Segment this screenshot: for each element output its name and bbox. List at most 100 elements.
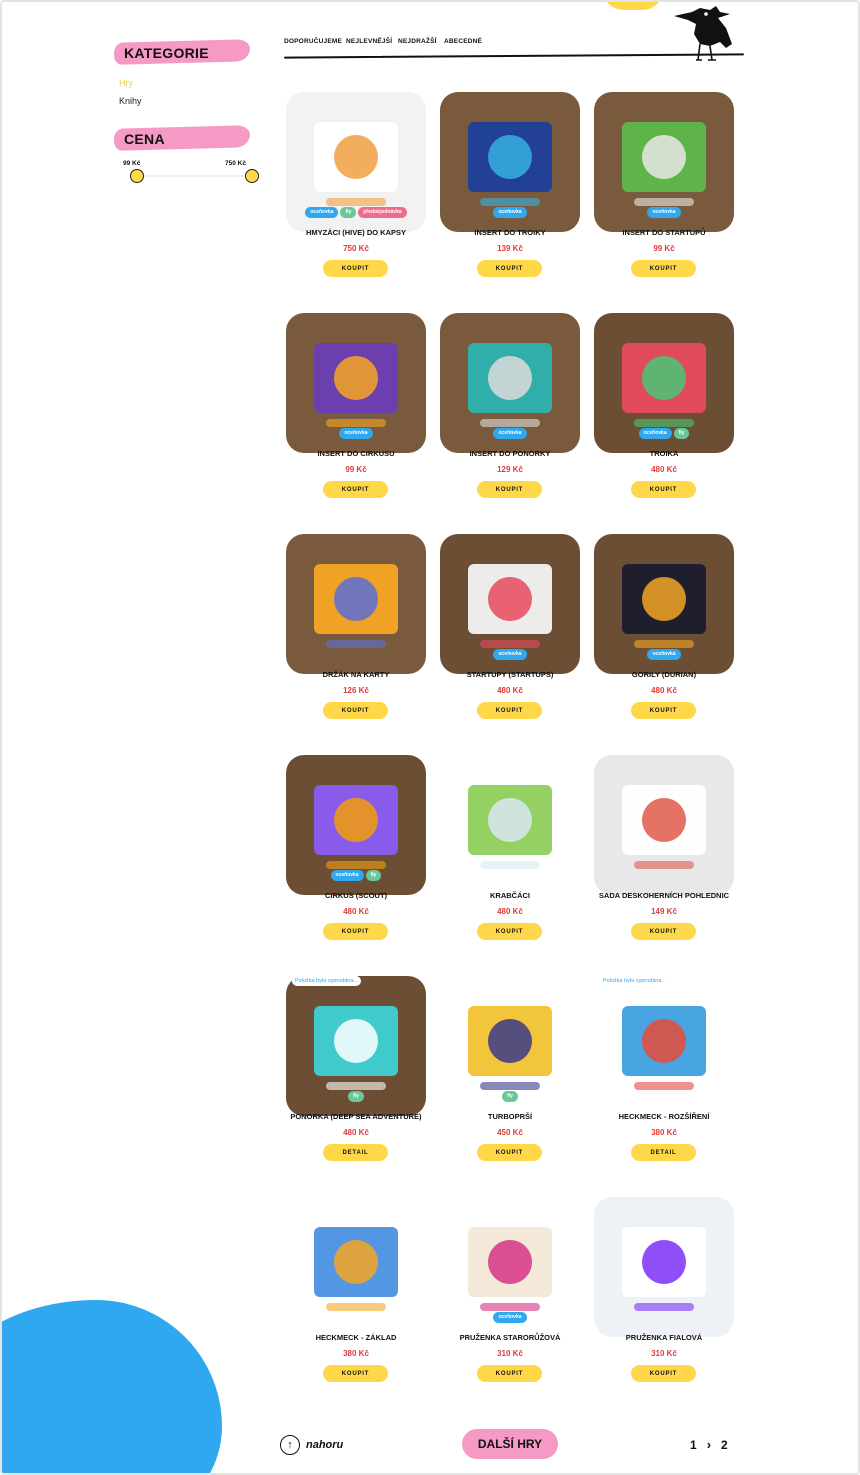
product-card[interactable]: oceňovka fiy CIRKUS (SCOUT) 480 Kč KOUPIT: [279, 751, 433, 961]
product-name[interactable]: PONORKA (DEEP SEA ADVENTURE): [279, 1112, 433, 1121]
detail-button[interactable]: DETAIL: [323, 1144, 388, 1161]
sort-most-expensive[interactable]: NEJDRAŽŠÍ: [398, 38, 437, 45]
more-games-button[interactable]: DALŠÍ HRY: [462, 1429, 558, 1459]
buy-button[interactable]: KOUPIT: [631, 923, 696, 940]
product-price: 480 Kč: [651, 686, 677, 695]
product-name[interactable]: INSERT DO CIRKUSU: [279, 449, 433, 458]
product-name[interactable]: DRŽÁK NA KARTY: [279, 670, 433, 679]
buy-button[interactable]: KOUPIT: [477, 923, 542, 940]
next-page-arrow-icon[interactable]: ›: [707, 1437, 711, 1452]
product-name[interactable]: HMYZÁCI (HIVE) DO KAPSY: [279, 228, 433, 237]
product-image[interactable]: [286, 534, 426, 674]
back-to-top-link[interactable]: ↑ nahoru: [280, 1435, 343, 1455]
product-name[interactable]: KRABČÁCI: [433, 891, 587, 900]
product-badges: oceňovka: [587, 207, 741, 218]
product-badge: oceňovka: [493, 1312, 527, 1323]
product-card[interactable]: KRABČÁCI 480 Kč KOUPIT: [433, 751, 587, 961]
price-max-handle[interactable]: [245, 169, 259, 183]
product-price: 99 Kč: [345, 465, 367, 474]
buy-button[interactable]: KOUPIT: [323, 923, 388, 940]
sort-alphabetical[interactable]: ABECEDNÉ: [444, 38, 482, 45]
product-card[interactable]: SADA DESKOHERNÍCH POHLEDNIC 149 Kč KOUPIT: [587, 751, 741, 961]
product-price: 99 Kč: [653, 244, 675, 253]
product-card[interactable]: PRUŽENKA FIALOVÁ 310 Kč KOUPIT: [587, 1193, 741, 1403]
product-name[interactable]: HECKMECK - ROZŠÍŘENÍ: [587, 1112, 741, 1121]
product-card[interactable]: Položka byla vyprodána... fiy PONORKA (DEE…: [279, 972, 433, 1182]
pagination: 1 › 2: [690, 1437, 728, 1452]
buy-button[interactable]: KOUPIT: [477, 260, 542, 277]
buy-button[interactable]: KOUPIT: [323, 1365, 388, 1382]
price-min-handle[interactable]: [130, 169, 144, 183]
product-card[interactable]: Položka byla vyprodána... HECKMECK - ROZŠ…: [587, 972, 741, 1182]
sort-recommended[interactable]: DOPORUČUJEME: [284, 38, 342, 45]
product-card[interactable]: DRŽÁK NA KARTY 126 Kč KOUPIT: [279, 530, 433, 740]
product-card[interactable]: oceňovka INSERT DO TROIKY 139 Kč KOUPIT: [433, 88, 587, 298]
product-name[interactable]: PRUŽENKA FIALOVÁ: [587, 1333, 741, 1342]
product-image[interactable]: [286, 1197, 426, 1337]
product-name[interactable]: HECKMECK - ZÁKLAD: [279, 1333, 433, 1342]
product-price: 450 Kč: [497, 1128, 523, 1137]
product-image[interactable]: [440, 755, 580, 895]
buy-button[interactable]: KOUPIT: [323, 481, 388, 498]
buy-button[interactable]: KOUPIT: [631, 1365, 696, 1382]
arrow-up-icon: ↑: [280, 1435, 300, 1455]
product-image[interactable]: [594, 755, 734, 895]
product-badge: fiy: [348, 1091, 364, 1102]
product-badge: oceňovka: [330, 870, 364, 881]
product-card[interactable]: oceňovka STARTUPY (STARTUPS) 480 Kč KOUPIT: [433, 530, 587, 740]
product-card[interactable]: oceňovka PRUŽENKA STARORŮŽOVÁ 310 Kč KOUPIT: [433, 1193, 587, 1403]
product-name[interactable]: CIRKUS (SCOUT): [279, 891, 433, 900]
decor-yellow-blob: [602, 2, 664, 10]
category-link-hry[interactable]: Hry: [119, 78, 264, 88]
buy-button[interactable]: KOUPIT: [323, 702, 388, 719]
buy-button[interactable]: KOUPIT: [477, 1144, 542, 1161]
product-card[interactable]: oceňovka INSERT DO STARTUPŮ 99 Kč KOUPIT: [587, 88, 741, 298]
price-range-slider[interactable]: 99 Kč 750 Kč: [114, 160, 259, 192]
product-price: 139 Kč: [497, 244, 523, 253]
product-name[interactable]: TURBOPRŠÍ: [433, 1112, 587, 1121]
product-name[interactable]: INSERT DO PONORKY: [433, 449, 587, 458]
detail-button[interactable]: DETAIL: [631, 1144, 696, 1161]
product-card[interactable]: oceňovka INSERT DO CIRKUSU 99 Kč KOUPIT: [279, 309, 433, 519]
product-badge: fiy: [365, 870, 382, 881]
price-range-track: [136, 175, 252, 177]
page-2-link[interactable]: 2: [721, 1438, 728, 1452]
product-price: 310 Kč: [651, 1349, 677, 1358]
page-1-link[interactable]: 1: [690, 1438, 697, 1452]
product-price: 149 Kč: [651, 907, 677, 916]
buy-button[interactable]: KOUPIT: [477, 481, 542, 498]
product-name[interactable]: INSERT DO STARTUPŮ: [587, 228, 741, 237]
product-price: 480 Kč: [343, 907, 369, 916]
product-name[interactable]: GORILY (DURIAN): [587, 670, 741, 679]
footer-bar: ↑ nahoru DALŠÍ HRY 1 › 2: [2, 1427, 858, 1463]
product-name[interactable]: SADA DESKOHERNÍCH POHLEDNIC: [587, 891, 741, 900]
category-link-knihy[interactable]: Knihy: [119, 96, 264, 106]
product-card[interactable]: oceňovka GORILY (DURIAN) 480 Kč KOUPIT: [587, 530, 741, 740]
product-name[interactable]: TROIKA: [587, 449, 741, 458]
product-name[interactable]: PRUŽENKA STARORŮŽOVÁ: [433, 1333, 587, 1342]
price-heading: CENA: [113, 125, 264, 151]
sort-cheapest[interactable]: NEJLEVNĚJŠÍ: [346, 38, 392, 45]
product-badge: fiy: [502, 1091, 518, 1102]
product-price: 750 Kč: [343, 244, 369, 253]
buy-button[interactable]: KOUPIT: [323, 260, 388, 277]
buy-button[interactable]: KOUPIT: [631, 481, 696, 498]
product-image[interactable]: [594, 1197, 734, 1337]
product-card[interactable]: oceňovka fiy předobjednávka HMYZÁCI (HIVE) …: [279, 88, 433, 298]
product-card[interactable]: oceňovka fiy TROIKA 480 Kč KOUPIT: [587, 309, 741, 519]
product-badges: oceňovka: [279, 428, 433, 439]
product-name[interactable]: INSERT DO TROIKY: [433, 228, 587, 237]
product-card[interactable]: HECKMECK - ZÁKLAD 380 Kč KOUPIT: [279, 1193, 433, 1403]
product-name[interactable]: STARTUPY (STARTUPS): [433, 670, 587, 679]
price-max-label: 750 Kč: [225, 160, 246, 167]
buy-button[interactable]: KOUPIT: [631, 702, 696, 719]
product-card[interactable]: oceňovka INSERT DO PONORKY 129 Kč KOUPIT: [433, 309, 587, 519]
product-price: 480 Kč: [651, 465, 677, 474]
product-badge: oceňovka: [638, 428, 672, 439]
product-card[interactable]: fiy TURBOPRŠÍ 450 Kč KOUPIT: [433, 972, 587, 1182]
product-badges: oceňovka: [433, 649, 587, 660]
buy-button[interactable]: KOUPIT: [631, 260, 696, 277]
buy-button[interactable]: KOUPIT: [477, 1365, 542, 1382]
buy-button[interactable]: KOUPIT: [477, 702, 542, 719]
product-image[interactable]: [594, 976, 734, 1116]
